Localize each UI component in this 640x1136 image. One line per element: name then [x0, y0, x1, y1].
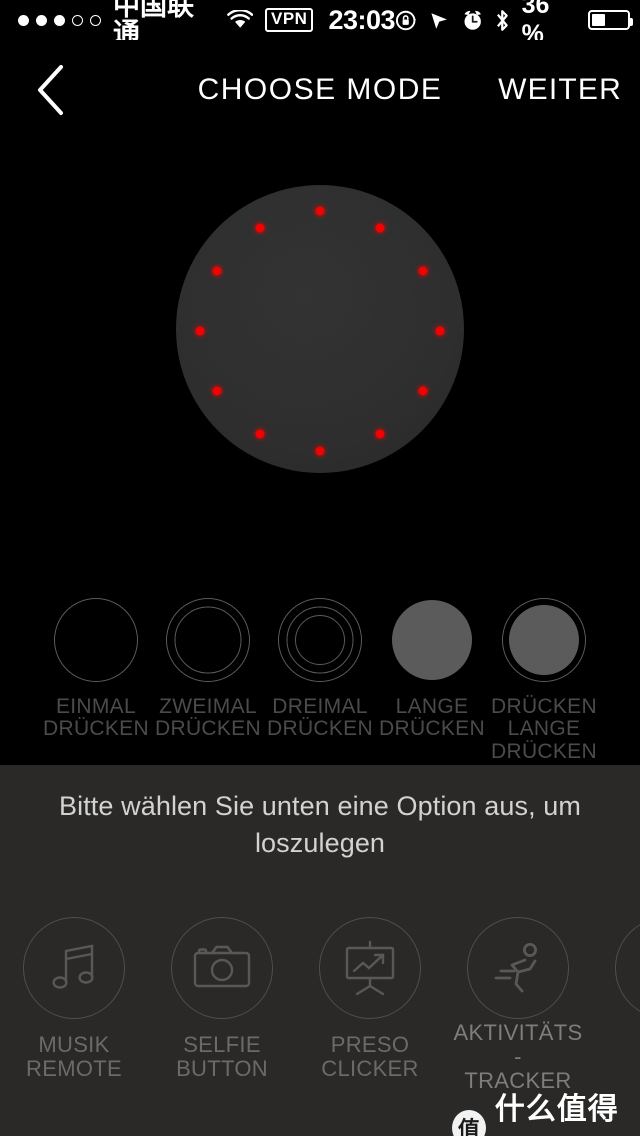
mode-option-lange-druecken[interactable]: LANGE DRÜCKEN [376, 590, 488, 765]
led-dot [212, 386, 222, 396]
rotation-lock-icon [395, 10, 417, 30]
led-dot [375, 429, 385, 439]
alarm-clock-icon [464, 10, 481, 30]
music-note-icon [23, 917, 125, 1019]
mode-option-zweimal-druecken[interactable]: ZWEIMAL DRÜCKEN [152, 590, 264, 765]
battery-fill [592, 14, 606, 26]
watermark-badge: 值 [452, 1110, 486, 1136]
filled-disc [392, 600, 472, 680]
battery-icon [588, 10, 633, 30]
ring-outline [54, 598, 138, 682]
wifi-icon [226, 9, 253, 28]
signal-strength-dots [18, 14, 101, 26]
mode-option-einmal-druecken[interactable]: EINMAL DRÜCKEN [40, 590, 152, 765]
watermark: 值 什么值得买 [452, 1084, 640, 1136]
led-dot [435, 326, 445, 336]
druecken-lange-druecken-icon [499, 595, 589, 685]
instruction-panel: Bitte wählen Sie unten eine Option aus, … [0, 765, 640, 1136]
app-card-label: AKTIVITÄTS - TRACKER [453, 1020, 583, 1093]
navigation-bar: CHOOSE MODE WEITER [0, 40, 640, 140]
dreimal-druecken-icon [275, 595, 365, 685]
led-dot [195, 326, 205, 336]
led-dot [212, 266, 222, 276]
app-card-preso-clicker[interactable]: PRESO CLICKER [296, 915, 444, 1136]
bluetooth-icon [497, 9, 508, 31]
led-dot [255, 429, 265, 439]
vpn-indicator: VPN [264, 8, 314, 32]
led-dot [255, 223, 265, 233]
mode-option-label: DRÜCKEN LANGE DRÜCKEN [491, 695, 597, 763]
instruction-text: Bitte wählen Sie unten eine Option aus, … [58, 791, 582, 858]
mode-option-druecken-lange-druecken[interactable]: DRÜCKEN LANGE DRÜCKEN [488, 590, 600, 765]
app-card-selfie-button[interactable]: SELFIE BUTTON [148, 915, 296, 1136]
status-bar: 中国联通 VPN 23:03 36 % [0, 0, 640, 48]
led-dot [418, 386, 428, 396]
led-dot [315, 206, 325, 216]
app-screen: 中国联通 VPN 23:03 36 % CHOOSE MODE WEITER E… [0, 0, 640, 1136]
mode-option-label: LANGE DRÜCKEN [379, 695, 485, 741]
app-card-musik-remote[interactable]: MUSIK REMOTE [0, 915, 148, 1136]
status-bar-clock: 23:03 [328, 4, 396, 35]
zweimal-druecken-icon [163, 595, 253, 685]
ring-outline [174, 606, 242, 674]
led-dot [375, 223, 385, 233]
signal-dot [36, 14, 47, 26]
signal-dot [72, 14, 83, 26]
led-dot [418, 266, 428, 276]
presentation-chart-icon [319, 917, 421, 1019]
mode-option-label: ZWEIMAL DRÜCKEN [155, 695, 261, 741]
ring-outline [502, 598, 586, 682]
lange-druecken-icon [387, 595, 477, 685]
app-card-label: PRESO CLICKER [321, 1032, 419, 1081]
ring-outline [295, 615, 345, 665]
watermark-text: 什么值得买 [494, 1092, 619, 1127]
mode-option-dreimal-druecken[interactable]: DREIMAL DRÜCKEN [264, 590, 376, 765]
mode-option-label: EINMAL DRÜCKEN [43, 695, 149, 741]
location-arrow-icon [431, 12, 448, 29]
led-dot [315, 446, 325, 456]
signal-dot [90, 14, 101, 26]
einmal-druecken-icon [51, 595, 141, 685]
app-card-label: SELFIE BUTTON [176, 1032, 268, 1081]
partial-icon [615, 917, 640, 1019]
signal-dot [54, 14, 65, 26]
led-ring-device[interactable] [176, 185, 464, 473]
app-card-label: MUSIK REMOTE [26, 1032, 122, 1081]
camera-icon [171, 917, 273, 1019]
mode-selector-row: EINMAL DRÜCKEN ZWEIMAL DRÜCKEN DREIMAL DRÜ… [0, 590, 640, 765]
running-person-icon [467, 917, 569, 1019]
mode-option-label: DREIMAL DRÜCKEN [267, 695, 373, 741]
next-button[interactable]: WEITER [494, 67, 626, 113]
signal-dot [18, 14, 29, 26]
device-preview-area [0, 140, 640, 590]
